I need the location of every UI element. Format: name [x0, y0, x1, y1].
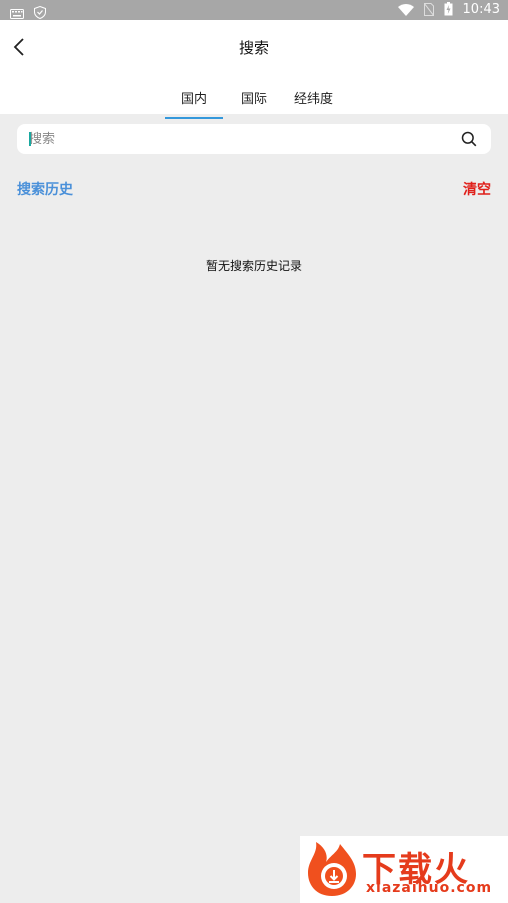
no-sim-icon [423, 1, 434, 20]
tab-domestic[interactable]: 国内 [164, 88, 224, 119]
tab-international[interactable]: 国际 [241, 88, 267, 119]
battery-charging-icon [444, 1, 453, 20]
tab-bar: 国内 国际 经纬度 [0, 83, 508, 119]
tab-label: 国际 [241, 92, 268, 107]
status-time: 10:43 [462, 2, 500, 17]
tab-coordinates[interactable]: 经纬度 [294, 88, 333, 119]
search-bar [17, 124, 491, 154]
header: 搜索 国内 国际 经纬度 [0, 20, 508, 119]
tab-label: 国内 [181, 92, 208, 107]
empty-history-message: 暂无搜索历史记录 [205, 259, 302, 273]
search-input[interactable] [29, 124, 449, 154]
wifi-icon [397, 1, 414, 20]
watermark-url: xiazaihuo.com [366, 880, 493, 896]
flame-logo-icon [304, 840, 360, 898]
clear-history-button[interactable]: 清空 [463, 179, 491, 199]
page-title: 搜索 [238, 39, 269, 57]
tab-label: 经纬度 [294, 92, 334, 107]
search-icon[interactable] [461, 131, 477, 147]
watermark-logo: 下载火 xiazaihuo.com [300, 836, 508, 903]
text-cursor [29, 132, 31, 146]
search-history-title: 搜索历史 [17, 182, 73, 198]
status-bar: 10:43 [0, 0, 508, 20]
